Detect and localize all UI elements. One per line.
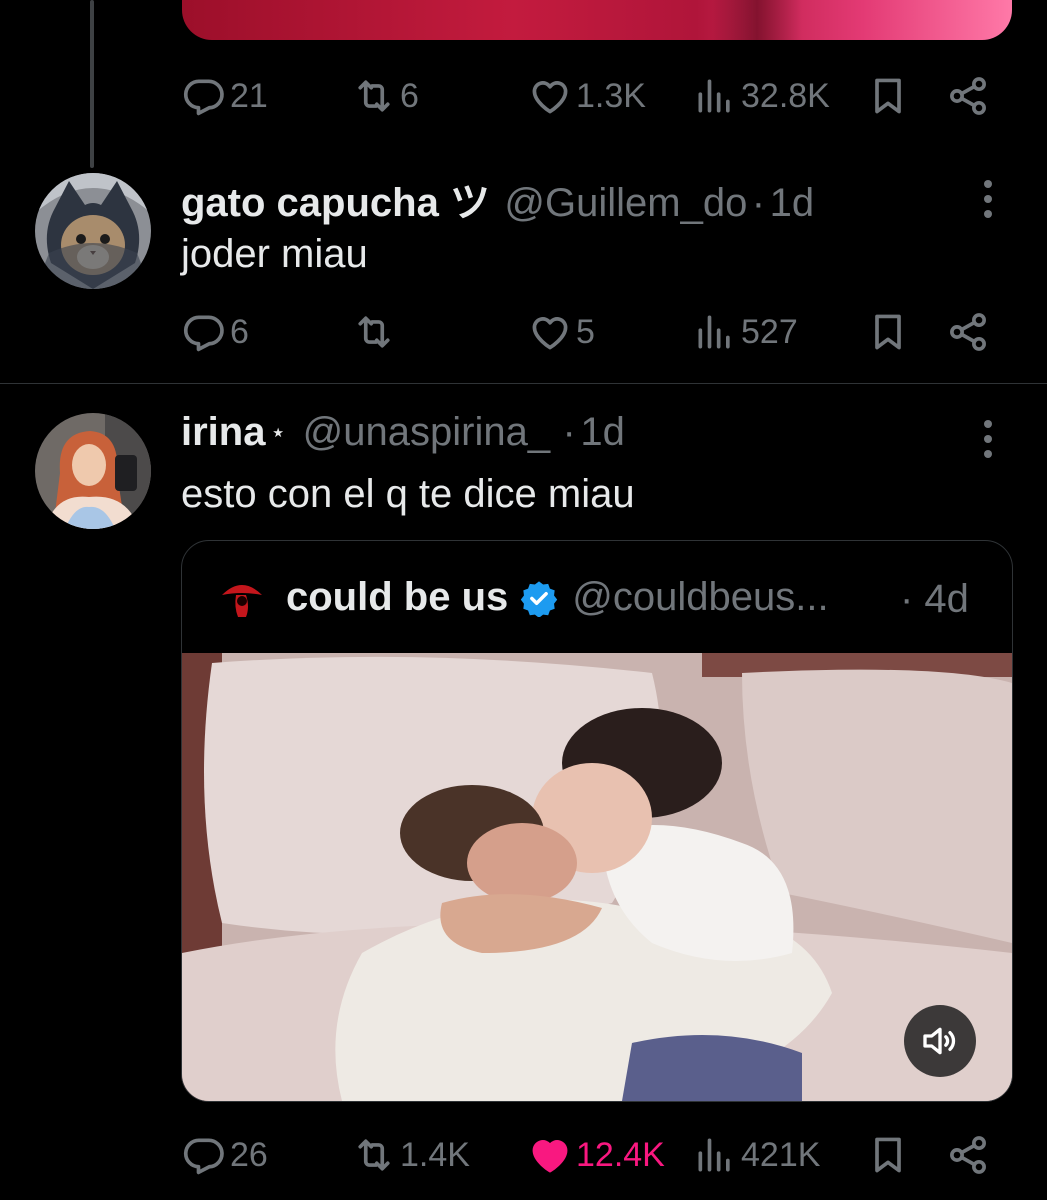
display-name[interactable]: gato capucha ツ — [181, 181, 490, 225]
bookmark-icon — [866, 310, 910, 354]
tweet-actions: 6 5 527 — [0, 302, 1047, 362]
more-icon[interactable] — [978, 420, 998, 458]
reply-icon — [182, 1133, 226, 1177]
quoted-author-line: could be us @couldbeus... — [286, 575, 829, 620]
avatar[interactable] — [35, 173, 151, 289]
reply-count: 26 — [230, 1135, 268, 1174]
reply-icon — [182, 310, 226, 354]
like-icon — [528, 1133, 572, 1177]
retweet-icon — [352, 1133, 396, 1177]
bookmark-icon — [866, 74, 910, 118]
quoted-avatar[interactable] — [216, 573, 268, 625]
views-icon — [693, 310, 737, 354]
like-button[interactable]: 5 — [528, 310, 595, 354]
bookmark-button[interactable] — [866, 74, 910, 118]
divider — [0, 383, 1047, 384]
views-button[interactable]: 421K — [693, 1133, 820, 1177]
user-handle[interactable]: @Guillem_do — [504, 181, 747, 225]
like-count: 12.4K — [576, 1135, 665, 1174]
previous-tweet-media[interactable] — [182, 0, 1012, 40]
views-button[interactable]: 32.8K — [693, 74, 830, 118]
display-name[interactable]: irina — [181, 410, 265, 454]
reply-button[interactable]: 26 — [182, 1133, 268, 1177]
avatar[interactable] — [35, 413, 151, 529]
retweet-button[interactable]: 6 — [352, 74, 419, 118]
name-star: ⋆ — [269, 417, 287, 447]
reply-count: 21 — [230, 76, 268, 115]
timestamp[interactable]: 1d — [580, 410, 625, 454]
share-icon — [946, 74, 990, 118]
retweet-count: 1.4K — [400, 1135, 470, 1174]
bookmark-icon — [866, 1133, 910, 1177]
share-button[interactable] — [946, 310, 990, 354]
more-icon[interactable] — [978, 180, 998, 218]
share-button[interactable] — [946, 74, 990, 118]
views-icon — [693, 74, 737, 118]
retweet-button[interactable]: 1.4K — [352, 1133, 470, 1177]
tweet-text: joder miau — [181, 232, 368, 276]
views-count: 421K — [741, 1135, 821, 1174]
quoted-tweet-header: could be us @couldbeus... · 4d — [182, 541, 1012, 653]
like-icon — [528, 74, 572, 118]
bookmark-button[interactable] — [866, 1133, 910, 1177]
bookmark-button[interactable] — [866, 310, 910, 354]
views-icon — [693, 1133, 737, 1177]
separator: · — [562, 410, 576, 454]
tweet-text: esto con el q te dice miau — [181, 472, 635, 516]
video-frame — [182, 653, 1012, 1101]
share-icon — [946, 1133, 990, 1177]
retweet-button[interactable] — [352, 310, 400, 354]
share-icon — [946, 310, 990, 354]
separator: · — [751, 181, 766, 225]
like-count: 5 — [576, 312, 595, 351]
share-button[interactable] — [946, 1133, 990, 1177]
tweet-header: gato capucha ツ @Guillem_do · 1d — [181, 170, 814, 228]
reply-button[interactable]: 21 — [182, 74, 268, 118]
reply-button[interactable]: 6 — [182, 310, 249, 354]
like-count: 1.3K — [576, 76, 646, 115]
views-button[interactable]: 527 — [693, 310, 798, 354]
like-button[interactable]: 12.4K — [528, 1133, 665, 1177]
retweet-count: 6 — [400, 76, 419, 115]
verified-icon — [521, 580, 558, 617]
reply-icon — [182, 74, 226, 118]
views-count: 527 — [741, 312, 798, 351]
like-button[interactable]: 1.3K — [528, 74, 646, 118]
quoted-timestamp[interactable]: · 4d — [900, 577, 969, 622]
mute-button[interactable] — [904, 1005, 976, 1077]
quoted-display-name[interactable]: could be us — [286, 575, 508, 620]
timestamp[interactable]: 1d — [770, 181, 815, 225]
volume-icon — [923, 1027, 956, 1055]
retweet-icon — [352, 310, 396, 354]
reply-count: 6 — [230, 312, 249, 351]
quoted-handle[interactable]: @couldbeus... — [572, 575, 828, 620]
video-player[interactable] — [182, 653, 1012, 1101]
quoted-tweet[interactable]: could be us @couldbeus... · 4d — [181, 540, 1013, 1102]
previous-tweet-actions: 21 6 1.3K 32.8K — [0, 66, 1047, 126]
views-count: 32.8K — [741, 76, 830, 115]
retweet-icon — [352, 74, 396, 118]
like-icon — [528, 310, 572, 354]
user-handle[interactable]: @unaspirina_ — [303, 410, 550, 454]
tweet-header: irina ⋆ @unaspirina_ · 1d — [181, 410, 625, 455]
tweet-actions: 26 1.4K 12.4K 421K — [0, 1125, 1047, 1185]
